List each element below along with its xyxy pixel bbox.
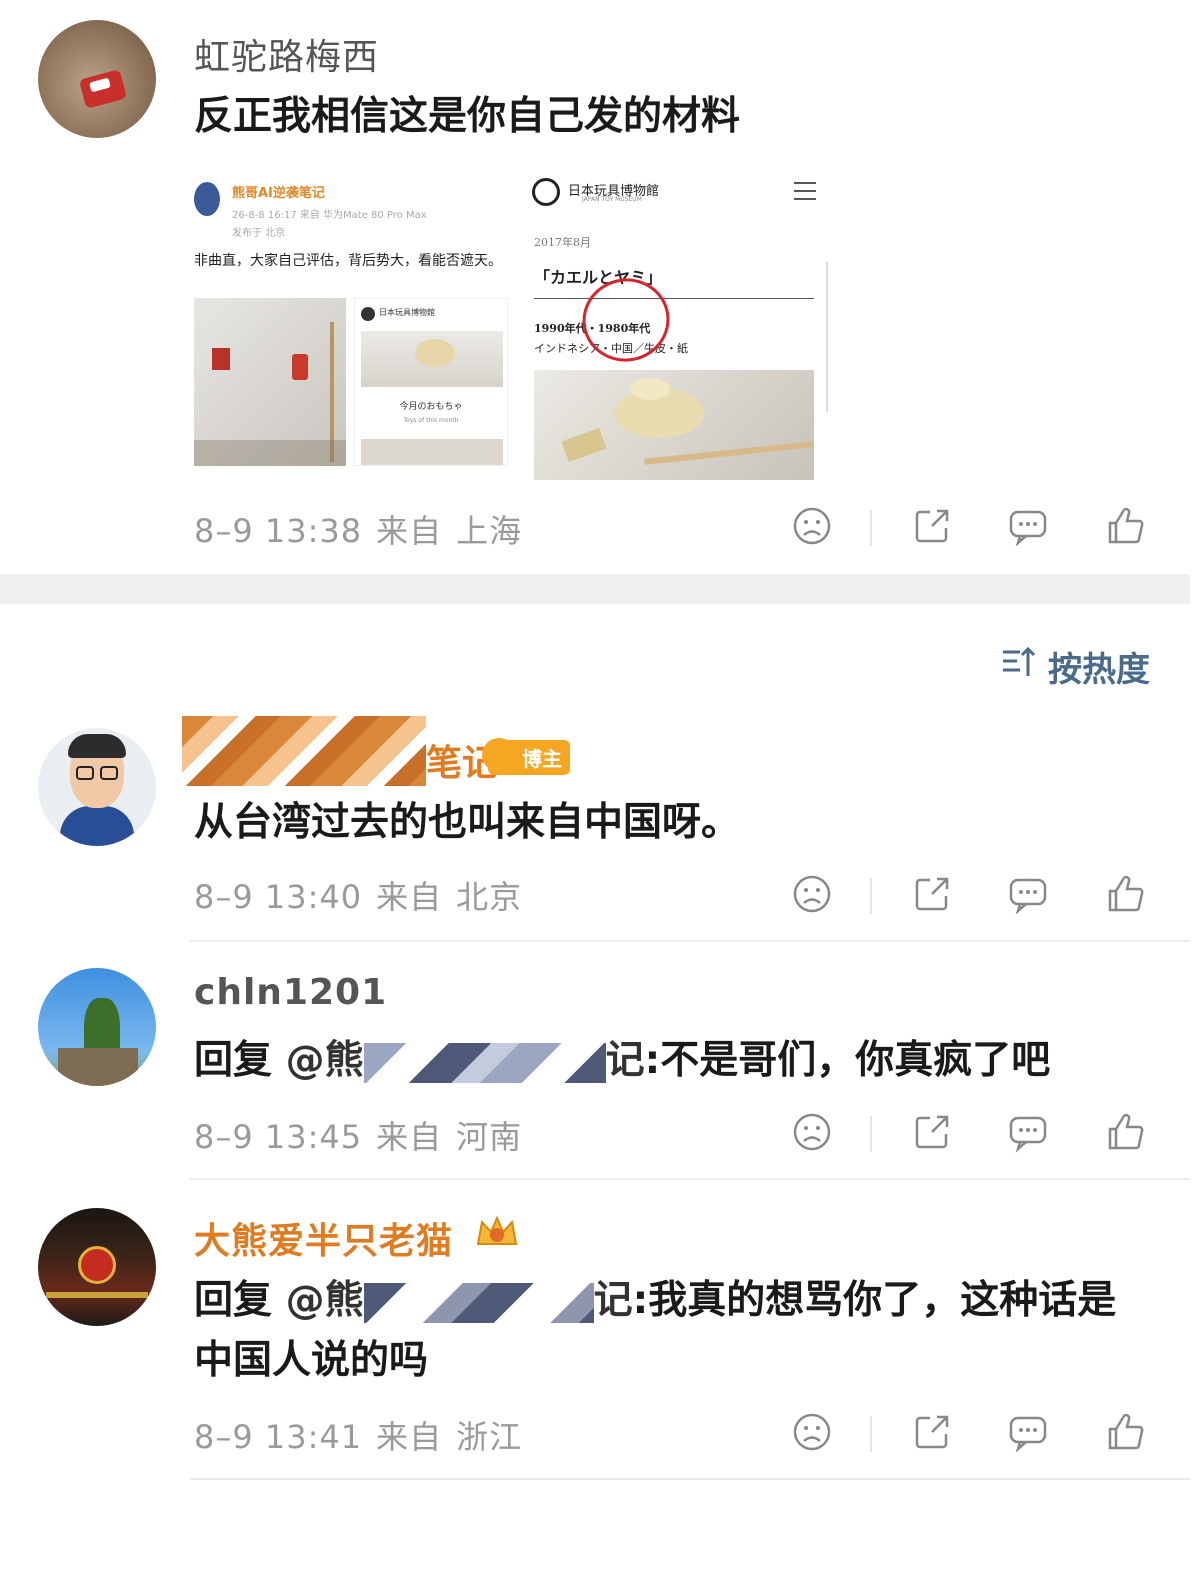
post-actions [790,504,1150,552]
post-image-left[interactable]: 熊哥AI逆袭笔记 26-8-8 16:17 来自 华为Mate 80 Pro M… [192,172,512,468]
mention-redacted [363,1042,606,1083]
comment-icon[interactable] [1006,1410,1050,1454]
comment-from: 来自 [376,878,443,916]
comment-avatar[interactable] [38,968,156,1086]
comment-divider [190,1178,1190,1180]
post-image-right[interactable]: 日本玩具博物館 JAPAN TOY MUSEUM 2017年8月 「カエルとヤミ… [528,172,830,482]
action-separator [870,1416,872,1452]
embedded-post-text: 非曲直，大家自己评估，背后势大，看能否遮天。 [194,253,502,269]
comment-location: 浙江 [456,1418,523,1456]
comment-divider [190,1478,1190,1480]
comment-from: 来自 [376,1418,443,1456]
comment-date: 8–9 13:41 [194,1418,363,1456]
comment-text: 从台湾过去的也叫来自中国呀。 [194,800,741,845]
embedded-inner-caption: 今月のおもちゃ [399,402,463,412]
reply-body: :不是哥们，你真疯了吧 [644,1038,1051,1083]
comment-actions [790,1110,1150,1158]
comment-icon[interactable] [1006,872,1050,916]
dislike-icon[interactable] [790,1110,834,1154]
post-meta: 8–9 13:38 来自 上海 [194,506,522,552]
comment-date: 8–9 13:45 [194,1118,363,1156]
comment-location: 河南 [456,1118,523,1156]
comment-text-line2: 中国人说的吗 [194,1338,429,1383]
reply-prefix: 回复 [194,1038,273,1083]
mention-redacted [363,1282,594,1323]
comment-avatar[interactable] [38,728,156,846]
username-redacted [182,716,426,786]
embedded-post-info: 26-8-8 16:17 来自 华为Mate 80 Pro Max [232,210,427,221]
dislike-icon[interactable] [790,1410,834,1454]
share-icon[interactable] [910,504,954,548]
dislike-icon[interactable] [790,872,834,916]
like-icon[interactable] [1104,504,1148,548]
like-icon[interactable] [1104,1410,1148,1454]
embedded-photo-1 [194,298,346,466]
author-avatar-small [194,182,220,216]
mention-link[interactable]: @熊 [286,1038,364,1083]
comment-actions [790,1410,1150,1458]
comment-username[interactable]: chln1201 [194,972,387,1013]
comment-icon[interactable] [1006,504,1050,548]
embedded-photo-2: 日本玩具博物館 今月のおもちゃ Toys of this month [354,298,508,466]
sort-icon [1000,644,1036,689]
mention-end: 记 [593,1278,633,1323]
embedded-post-location: 发布于 北京 [232,228,286,239]
post-date: 8–9 13:38 [194,512,363,550]
section-divider [0,574,1190,604]
like-icon[interactable] [1104,1110,1148,1154]
embedded-inner-subcaption: Toys of this month [403,417,459,424]
post-avatar[interactable] [38,20,156,138]
comment-avatar[interactable] [38,1208,156,1326]
comment-icon[interactable] [1006,1110,1050,1154]
sort-label: 按热度 [1048,650,1150,690]
comment-meta: 8–9 13:41 来自 浙江 [194,1412,522,1458]
action-separator [870,1116,872,1152]
action-separator [870,510,872,546]
comment-date: 8–9 13:40 [194,878,363,916]
crown-icon [474,1214,520,1252]
like-icon[interactable] [1104,872,1148,916]
comment-meta: 8–9 13:40 来自 北京 [194,872,522,918]
reply-prefix: 回复 [194,1278,273,1323]
comment-meta: 8–9 13:45 来自 河南 [194,1112,522,1158]
post-username[interactable]: 虹驼路梅西 [194,28,379,80]
sort-button[interactable]: 按热度 [1000,642,1150,691]
image-border [826,262,828,412]
comment-divider [190,940,1190,942]
post-location: 上海 [456,512,523,550]
embedded-inner-site: 日本玩具博物館 [379,308,435,317]
dislike-icon[interactable] [790,504,834,548]
museum-photo [534,370,814,480]
blogger-badge: 博主 [488,740,570,775]
mention-end: 记 [605,1038,645,1083]
comment-text: 回复 @熊 记:不是哥们，你真疯了吧 [194,1030,1050,1091]
comment-username[interactable]: 大熊爱半只老猫 [194,1212,453,1264]
share-icon[interactable] [910,1410,954,1454]
share-icon[interactable] [910,872,954,916]
post-from: 来自 [376,512,443,550]
embedded-author: 熊哥AI逆袭笔记 [232,186,325,201]
action-separator [870,878,872,914]
comment-location: 北京 [456,878,523,916]
mention-link[interactable]: @熊 [286,1278,364,1323]
comment-from: 来自 [376,1118,443,1156]
share-icon[interactable] [910,1110,954,1154]
reply-body: :我真的想骂你了，这种话是 [632,1278,1117,1323]
comment-text: 回复 @熊 记:我真的想骂你了，这种话是 [194,1270,1116,1331]
post-text: 反正我相信这是你自己发的材料 [194,94,741,139]
comment-actions [790,872,1150,920]
